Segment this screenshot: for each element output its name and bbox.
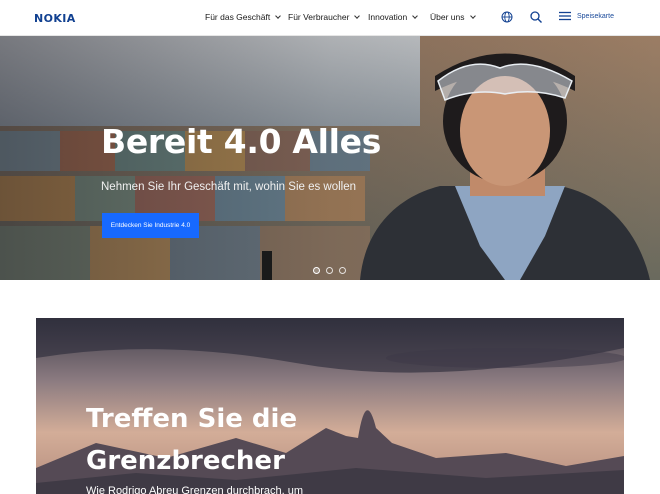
hamburger-icon xyxy=(559,11,571,21)
nav-item-label: Über uns xyxy=(430,12,465,22)
nav-item-about[interactable]: Über uns xyxy=(430,12,476,22)
feature-subtitle: Wie Rodrigo Abreu Grenzen durchbrach, um xyxy=(86,485,304,494)
hero-title: Bereit 4.0 Alles xyxy=(101,122,382,161)
feature-card[interactable]: Treffen Sie die Grenzbrecher Wie Rodrigo… xyxy=(36,318,624,494)
nav-item-label: Für das Geschäft xyxy=(205,12,271,22)
search-icon[interactable] xyxy=(529,10,543,24)
chevron-down-icon xyxy=(412,12,419,19)
discover-industry-button[interactable]: Entdecken Sie Industrie 4.0 xyxy=(102,213,199,238)
nav-item-label: Für Verbraucher xyxy=(288,12,350,22)
nav-item-business[interactable]: Für das Geschäft xyxy=(205,12,282,22)
carousel-dot-2[interactable] xyxy=(326,267,333,274)
chevron-down-icon xyxy=(275,12,282,19)
carousel-dots xyxy=(313,267,346,274)
hero-subtitle: Nehmen Sie Ihr Geschäft mit, wohin Sie e… xyxy=(101,181,357,193)
site-header: NOKIA Für das Geschäft Für Verbraucher I… xyxy=(0,0,660,36)
nav-item-innovation[interactable]: Innovation xyxy=(368,12,419,22)
nav-item-label: Innovation xyxy=(368,12,408,22)
nav-item-consumers[interactable]: Für Verbraucher xyxy=(288,12,361,22)
carousel-dot-1[interactable] xyxy=(313,267,320,274)
chevron-down-icon xyxy=(354,12,361,19)
hero-banner: Bereit 4.0 Alles Nehmen Sie Ihr Geschäft… xyxy=(0,36,660,280)
nokia-logo[interactable]: NOKIA xyxy=(34,12,76,25)
menu-button[interactable]: Speisekarte xyxy=(559,11,614,21)
carousel-dot-3[interactable] xyxy=(339,267,346,274)
globe-icon[interactable] xyxy=(500,10,514,24)
feature-title-line-2: Grenzbrecher xyxy=(86,446,285,476)
chevron-down-icon xyxy=(469,12,476,19)
menu-label: Speisekarte xyxy=(577,12,614,20)
feature-title-line-1: Treffen Sie die xyxy=(86,404,298,434)
feature-title: Treffen Sie die Grenzbrecher xyxy=(86,398,297,482)
